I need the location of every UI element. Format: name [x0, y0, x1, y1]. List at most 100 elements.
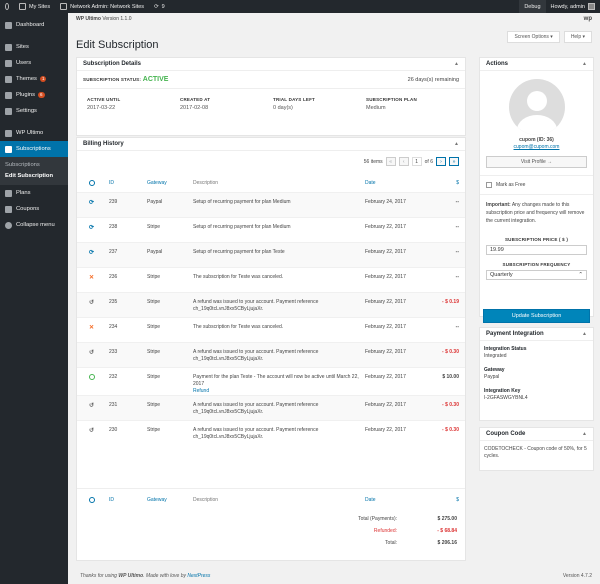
sidebar-item-dashboard[interactable]: Dashboard [0, 17, 68, 33]
row-id: 233 [109, 341, 147, 367]
collapse-toggle-icon[interactable]: ▲ [582, 331, 587, 337]
status-footer-icon [89, 497, 95, 503]
subscription-frequency-select[interactable]: Quarterly ⌃ [486, 270, 587, 280]
row-amount: - $ 0.30 [425, 419, 465, 445]
column-footer-description: Description [193, 497, 219, 503]
table-row: ↺ 235 Stripe A refund was issued to your ac… [77, 291, 465, 317]
mark-free-checkbox[interactable] [486, 182, 492, 188]
row-date: February 22, 2017 [365, 341, 425, 367]
sites-icon [5, 43, 12, 51]
sidebar-item-subscriptions[interactable]: Subscriptions [0, 141, 68, 157]
next-page-button[interactable]: › [436, 157, 446, 166]
nextpress-link[interactable]: NextPress [187, 573, 210, 579]
row-date: February 22, 2017 [365, 316, 425, 342]
row-id: 231 [109, 394, 147, 420]
subscription-plan-field: SUBSCRIPTION PLAN Medium [366, 97, 417, 111]
pagination: 56 items « ‹ 1 of 6 › » [364, 157, 459, 166]
visit-profile-button[interactable]: Visit Profile → [486, 156, 587, 168]
sidebar-item-sites[interactable]: Sites [0, 39, 68, 55]
created-at-field: CREATED AT 2017-02-08 [180, 97, 211, 111]
sidebar-item-themes[interactable]: Themes 1 [0, 71, 68, 87]
sidebar-item-coupons[interactable]: Coupons [0, 201, 68, 217]
row-description: Setup of recurring payment for plan Test… [193, 248, 285, 255]
column-footer-amount[interactable]: $ [425, 489, 465, 509]
prev-page-button[interactable]: ‹ [398, 157, 409, 166]
howdy-menu[interactable]: Howdy, admin [546, 0, 600, 13]
network-admin-link[interactable]: Network Admin: Network Sites [55, 0, 149, 13]
row-gateway: Stripe [147, 291, 193, 317]
themes-update-badge: 1 [39, 76, 47, 82]
price-label: SUBSCRIPTION PRICE ( $ ) [504, 237, 569, 242]
plugin-brand: WP Ultimo [76, 16, 101, 22]
row-date: February 22, 2017 [365, 216, 425, 242]
column-footer-date[interactable]: Date [365, 489, 425, 509]
help-tab[interactable]: Help ▾ [563, 31, 592, 43]
integration-status-label: Integration Status [484, 346, 527, 352]
sidebar-item-plans[interactable]: Plans [0, 185, 68, 201]
user-email-link[interactable]: cupom@cupom.com [480, 144, 593, 150]
row-description: A refund was issued to your account. Pay… [193, 426, 319, 440]
wordpress-logo-icon[interactable] [0, 0, 14, 13]
subscription-price-input[interactable]: 19.99 [486, 245, 587, 255]
column-header-description: Description [193, 180, 219, 186]
first-page-button[interactable]: « [385, 157, 396, 166]
page-title: Edit Subscription [76, 39, 159, 51]
collapse-toggle-icon[interactable]: ▲ [582, 431, 587, 437]
total-pages: of 6 [424, 158, 433, 165]
integration-key-value: I-2GFASWGYBNL4 [484, 395, 528, 401]
gateway-label: Gateway [484, 367, 505, 373]
sidebar-collapse-menu[interactable]: Collapse menu [0, 217, 68, 233]
row-amount: -- [425, 216, 465, 242]
column-header-gateway[interactable]: Gateway [147, 172, 193, 192]
column-footer-gateway[interactable]: Gateway [147, 489, 193, 509]
column-footer-id[interactable]: ID [109, 489, 147, 509]
row-id: 239 [109, 191, 147, 217]
row-id: 234 [109, 316, 147, 342]
refund-status-icon: ↺ [89, 349, 95, 356]
sidebar-item-users[interactable]: Users [0, 55, 68, 71]
collapse-toggle-icon[interactable]: ▲ [582, 61, 587, 67]
column-header-date[interactable]: Date [365, 172, 425, 192]
table-header-row: ID Gateway Description Date $ [77, 172, 465, 192]
collapse-toggle-icon[interactable]: ▲ [454, 61, 459, 67]
sync-status-icon: ⟳ [89, 199, 95, 206]
row-gateway: Stripe [147, 366, 193, 395]
table-row: ↺ 233 Stripe A refund was issued to your ac… [77, 341, 465, 367]
debug-button[interactable]: Debug [519, 0, 546, 13]
admin-sidebar: Dashboard Sites Users Themes 1 Plugins 6 S… [0, 13, 68, 584]
sidebar-item-wp-ultimo[interactable]: WP Ultimo [0, 125, 68, 141]
current-page-input[interactable]: 1 [411, 157, 422, 166]
row-amount: -- [425, 191, 465, 217]
chevron-down-icon: ⌃ [578, 272, 583, 278]
subscription-status-value: ACTIVE [142, 76, 169, 83]
sidebar-item-plugins[interactable]: Plugins 6 [0, 87, 68, 103]
update-subscription-button[interactable]: Update Subscription [483, 309, 590, 323]
my-sites-link[interactable]: My Sites [14, 0, 55, 13]
cancel-status-icon: ✕ [89, 324, 95, 331]
footer-thanks: Thanks for using WP Ultimo. Made with lo… [80, 573, 211, 579]
row-date: February 22, 2017 [365, 241, 425, 267]
payment-integration-title: Payment Integration [486, 331, 544, 337]
column-header-id[interactable]: ID [109, 172, 147, 192]
home-icon [19, 3, 26, 10]
collapse-toggle-icon[interactable]: ▲ [454, 141, 459, 147]
subscription-details-title: Subscription Details [83, 61, 142, 67]
updates-link[interactable]: ⟳ 9 [149, 0, 170, 13]
integration-status-value: Integrated [484, 353, 507, 359]
row-id: 235 [109, 291, 147, 317]
submenu-item-edit-subscription[interactable]: Edit Subscription [0, 171, 68, 182]
sidebar-item-settings[interactable]: Settings [0, 103, 68, 119]
refund-link[interactable]: Refund [193, 388, 359, 395]
refunded-row: Refunded: - $ 68.84 [373, 528, 457, 534]
column-header-amount[interactable]: $ [425, 172, 465, 192]
avatar [588, 3, 595, 10]
subscriptions-submenu: Subscriptions Edit Subscription [0, 157, 68, 185]
row-description: Setup of recurring payment for plan Medi… [193, 198, 291, 205]
screen-options-tab[interactable]: Screen Options ▾ [507, 31, 560, 43]
plugin-version: Version 1.1.0 [102, 16, 132, 22]
table-row: ↺ 231 Stripe A refund was issued to your ac… [77, 394, 465, 420]
row-id: 238 [109, 216, 147, 242]
last-page-button[interactable]: » [449, 157, 459, 166]
table-row: 232 Stripe Payment for the plan Teste - Th… [77, 366, 465, 395]
submenu-item-subscriptions[interactable]: Subscriptions [0, 160, 68, 171]
